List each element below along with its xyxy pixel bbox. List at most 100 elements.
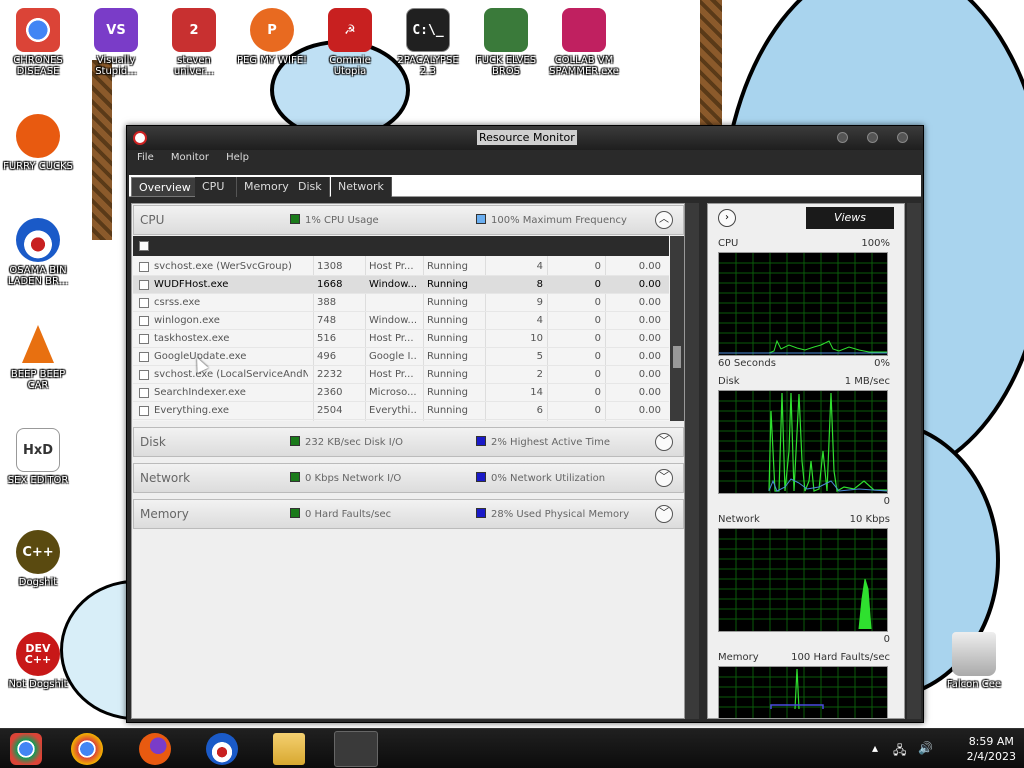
menu-file[interactable]: File [137,152,154,163]
desktop-icon[interactable]: C++ Dogshit [2,530,74,588]
table-row[interactable]: svchost.exe (LocalServiceAndN... 2232 Host… [133,366,669,384]
menu-monitor[interactable]: Monitor [171,152,209,163]
overview-content: CPU 1% CPU Usage 100% Maximum Frequency … [129,201,921,721]
desktop-icon[interactable]: OSAMA BIN LADEN BR... [2,218,74,287]
process-table: svchost.exe (WerSvcGroup) 1308 Host Pr... R… [133,236,684,421]
system-clock[interactable]: 8:59 AM 2/4/2023 [967,734,1016,764]
table-row[interactable]: taskhostex.exe 516 Host Pr... Running 10 0 0.0… [133,330,669,348]
desktop-icon[interactable]: ☭ Commie Utopia [314,8,386,77]
desktop-icon[interactable]: C:\_ 2PACALYPSE 2.3 [392,8,464,77]
row-checkbox[interactable] [139,370,149,380]
resource-monitor-taskbar-icon[interactable] [334,731,378,767]
start-button-icon[interactable] [10,733,42,765]
close-button[interactable] [897,132,908,143]
desktop-icon[interactable]: VS Visually Stupid... [80,8,152,77]
network-graph [718,528,888,632]
memory-section-header[interactable]: Memory 0 Hard Faults/sec 28% Used Physic… [133,499,684,529]
maximize-button[interactable] [867,132,878,143]
chevron-up-icon[interactable]: ︿ [655,211,673,229]
cpu-section-header[interactable]: CPU 1% CPU Usage 100% Maximum Frequency … [133,205,684,235]
chrome-icon [16,8,60,52]
title-bar[interactable]: Resource Monitor [127,126,923,150]
hxd-icon: HxD [16,428,60,472]
tab-overview[interactable]: Overview [131,177,199,197]
tab-network[interactable]: Network [331,177,392,197]
obama-taskbar-icon[interactable] [206,733,238,765]
desktop-icon-label: BEEP BEEP CAR [10,369,66,391]
chevron-down-icon[interactable]: ﹀ [655,505,673,523]
graphs-pane: › Views CPU 100% 60 Seconds 0% Disk 1 MB/se… [707,203,905,719]
desktop-icon-label: PEG MY WIFE! [236,55,308,66]
desktop-icon-label: steven univer... [173,55,215,77]
row-checkbox[interactable] [139,334,149,344]
network-section-header[interactable]: Network 0 Kbps Network I/O 0% Network Ut… [133,463,684,493]
minimize-button[interactable] [837,132,848,143]
tab-memory[interactable]: Memory [237,177,297,197]
desktop-icon[interactable]: DEV C++ Not Dogshit [2,632,74,690]
desktop-icon-label: 2PACALYPSE 2.3 [397,55,459,77]
desktop-icon[interactable]: BEEP BEEP CAR [2,322,74,391]
disk-io-swatch [290,436,300,446]
resource-monitor-icon [133,131,147,145]
row-checkbox[interactable] [139,298,149,308]
chrome-taskbar-icon[interactable] [71,733,103,765]
desktop-icon[interactable]: 2 steven univer... [158,8,230,77]
memory-graph-plot [719,667,887,718]
disk-section-header[interactable]: Disk 232 KB/sec Disk I/O 2% Highest Acti… [133,427,684,457]
cpu-graph-label: CPU 100% [718,238,890,249]
recycle-bin-icon [952,632,996,676]
table-row[interactable]: winlogon.exe 748 Window... Running 4 0 0.00 [133,312,669,330]
chevron-down-icon[interactable]: ﹀ [655,469,673,487]
desktop-icon[interactable]: P PEG MY WIFE! [236,8,308,66]
desktop-icon[interactable]: HxD SEX EDITOR [2,428,74,486]
row-checkbox[interactable] [139,388,149,398]
memory-graph [718,666,888,718]
hard-faults-metric: 0 Hard Faults/sec [290,508,391,520]
row-checkbox[interactable] [139,262,149,272]
table-row[interactable]: svchost.exe (WerSvcGroup) 1308 Host Pr... R… [133,258,669,276]
graphs-scrollbar[interactable] [907,203,921,719]
select-all-checkbox[interactable] [139,241,149,251]
chevron-down-icon[interactable]: ﹀ [655,433,673,451]
graphs-pane-header: › Views [708,204,904,230]
table-row[interactable]: WUDFHost.exe 1668 Window... Running 8 0 0.00 [133,276,669,294]
tab-disk[interactable]: Disk [291,177,330,197]
resource-monitor-window[interactable]: Resource Monitor File Monitor Help Overv… [126,125,924,723]
file-explorer-icon[interactable] [273,733,305,765]
pane-splitter-scrollbar[interactable] [685,203,699,719]
firefox-taskbar-icon[interactable] [139,733,171,765]
desktop-icon[interactable]: CHRONES DISEASE [2,8,74,77]
network-util-metric: 0% Network Utilization [476,472,605,484]
desktop-icon-label: COLLAB VM SPAMMER.exe [549,55,619,77]
network-io-swatch [290,472,300,482]
tab-cpu[interactable]: CPU [195,177,237,197]
table-scrollbar[interactable] [670,236,684,421]
menu-help[interactable]: Help [226,152,249,163]
desktop-icon-label: OSAMA BIN LADEN BR... [7,265,69,287]
row-checkbox[interactable] [139,352,149,362]
show-hidden-icons-icon[interactable]: ▴ [872,741,878,755]
volume-icon[interactable]: 🔊 [918,741,933,755]
desktop-icon[interactable]: FUCK ELVES BROS [470,8,542,77]
row-checkbox[interactable] [139,280,149,290]
desktop-icon[interactable]: COLLAB VM SPAMMER.exe [548,8,620,77]
table-row[interactable]: csrss.exe 388 Running 9 0 0.00 [133,294,669,312]
desktop-icon-label: SEX EDITOR [7,475,69,486]
row-checkbox[interactable] [139,406,149,416]
network-icon[interactable]: 🖧 [893,741,906,762]
disk-graph-plot [719,391,888,493]
disk-section-title: Disk [140,435,166,449]
table-row[interactable]: SearchIndexer.exe 2360 Microso... Running 14… [133,384,669,402]
game-icon [484,8,528,52]
views-button[interactable]: Views [806,207,894,229]
chevron-right-icon[interactable]: › [718,209,736,227]
desktop-icon[interactable]: Falcon Cee [938,632,1010,690]
scroll-thumb[interactable] [673,346,681,368]
peg-icon: P [250,8,294,52]
table-row[interactable]: GoogleUpdate.exe 496 Google I... Running 5 0 0… [133,348,669,366]
desktop-icon[interactable]: FURRY CUCKS [2,114,74,172]
table-row[interactable]: Everything.exe 2504 Everythi... Running 6 0 0.… [133,402,669,420]
row-checkbox[interactable] [139,316,149,326]
disk-io-metric: 232 KB/sec Disk I/O [290,436,403,448]
cpu-usage-metric: 1% CPU Usage [290,214,379,226]
